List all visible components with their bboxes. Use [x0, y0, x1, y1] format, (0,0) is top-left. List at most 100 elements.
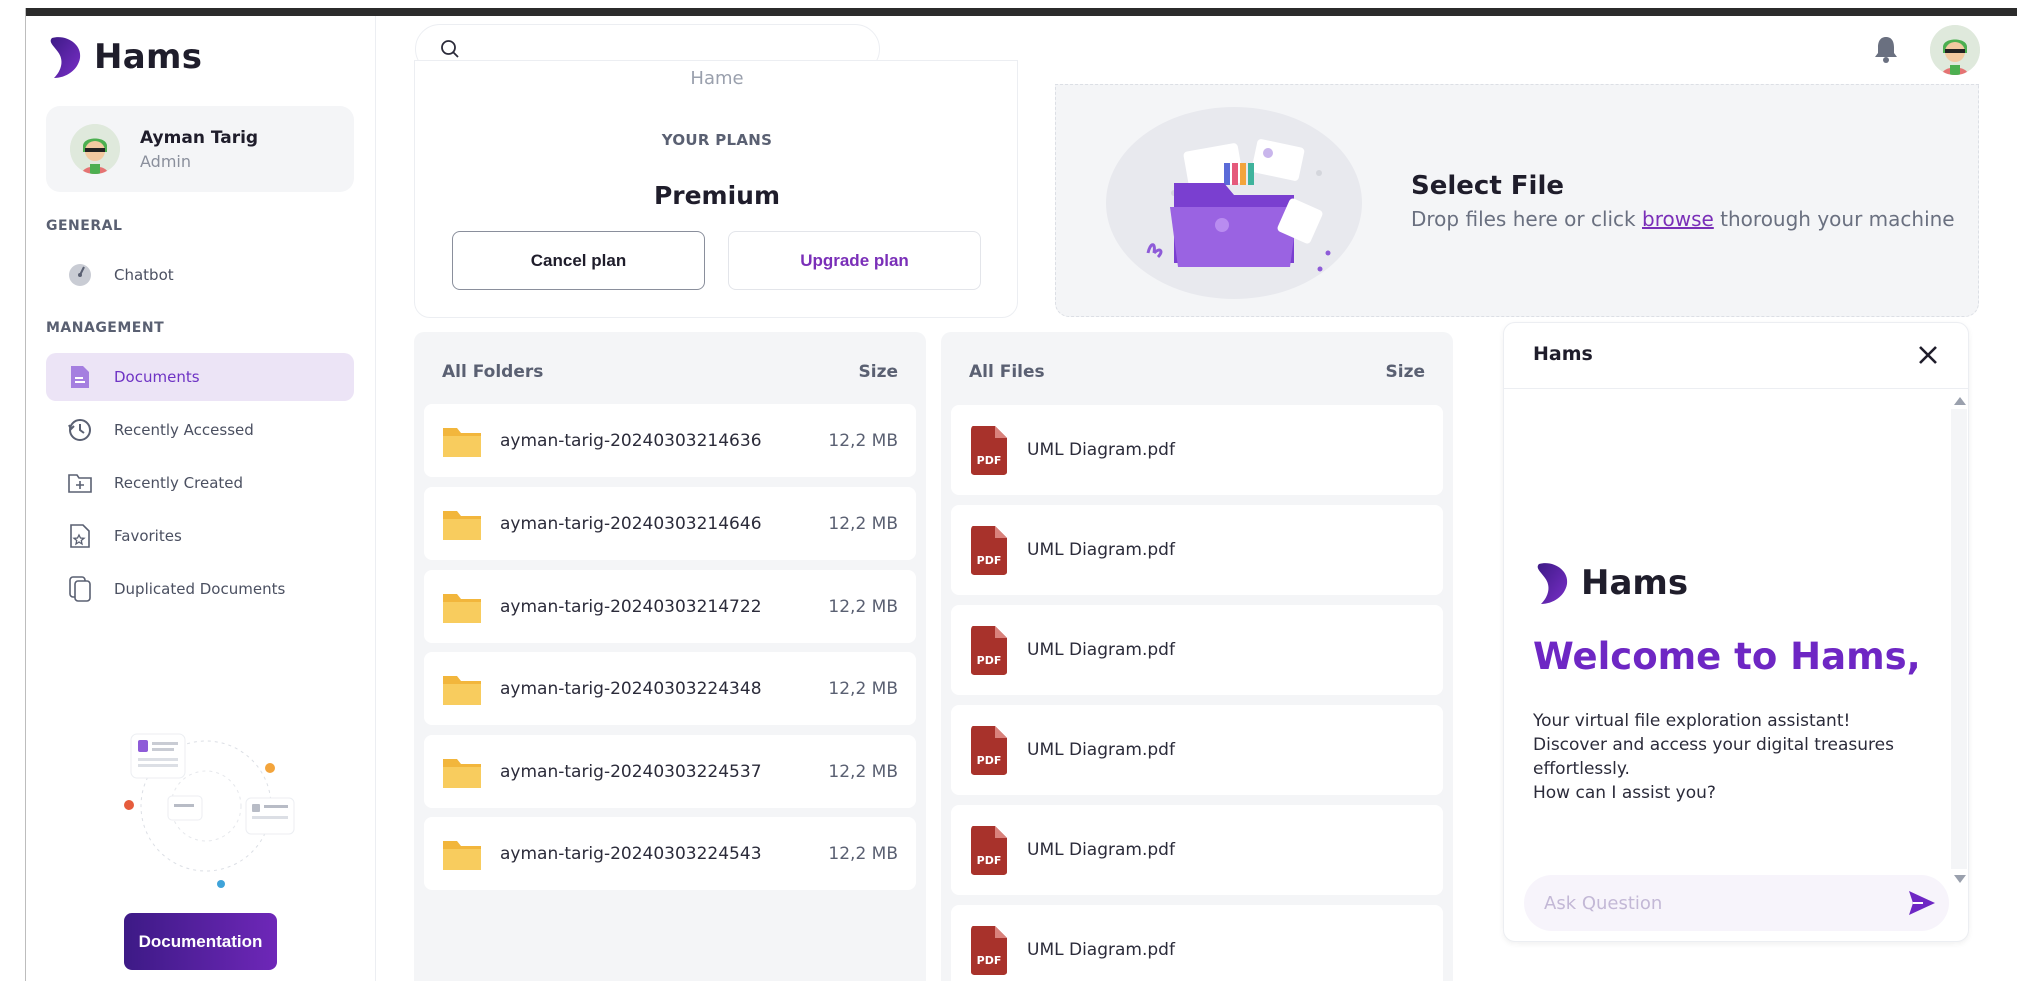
file-name: UML Diagram.pdf [1027, 740, 1175, 760]
folder-row[interactable]: ayman-tarig-20240303224348 12,2 MB [424, 652, 916, 725]
folder-icon [443, 427, 481, 457]
chat-header: Hams [1504, 323, 1968, 389]
folder-name: ayman-tarig-20240303214722 [500, 596, 762, 617]
chat-title: Hams [1533, 343, 1593, 365]
folders-header: All Folders Size [414, 362, 926, 382]
files-header-name: All Files [969, 362, 1045, 382]
pdf-file-icon: PDF [971, 626, 1007, 675]
logo-mark-icon [1537, 563, 1568, 604]
upgrade-plan-button[interactable]: Upgrade plan [728, 231, 981, 290]
file-row[interactable]: PDF UML Diagram.pdf [951, 505, 1443, 595]
folder-icon [443, 593, 481, 623]
app-name: Hams [94, 37, 203, 77]
search-input[interactable] [472, 39, 852, 59]
sidebar-item-label: Documents [114, 368, 200, 386]
chat-welcome-message: Your virtual file exploration assistant!… [1533, 711, 1894, 803]
plans-cut-text: Hame [690, 68, 744, 89]
file-row[interactable]: PDF UML Diagram.pdf [951, 605, 1443, 695]
sidebar-item-documents[interactable]: Documents [46, 353, 354, 401]
user-name: Ayman Tarig [140, 127, 259, 148]
svg-text:PDF: PDF [977, 654, 1002, 667]
sidebar-item-duplicated-documents[interactable]: Duplicated Documents [46, 565, 354, 613]
chat-widget: Hams Hams Welcome to Hams, Your virtual … [1503, 322, 1969, 942]
folder-icon [443, 510, 481, 540]
folder-name: ayman-tarig-20240303224348 [500, 678, 762, 699]
svg-text:PDF: PDF [977, 554, 1002, 567]
document-icon [66, 363, 94, 391]
header-avatar[interactable] [1930, 25, 1980, 75]
favorite-file-icon [66, 522, 94, 550]
folders-header-name: All Folders [442, 362, 544, 382]
cancel-plan-button[interactable]: Cancel plan [452, 231, 705, 290]
file-name: UML Diagram.pdf [1027, 540, 1175, 560]
sidebar-item-recently-accessed[interactable]: Recently Accessed [46, 406, 354, 454]
chat-input-box[interactable] [1524, 875, 1949, 931]
gauge-icon [66, 261, 94, 289]
folder-icon [443, 840, 481, 870]
folder-row[interactable]: ayman-tarig-20240303224537 12,2 MB [424, 735, 916, 808]
sidebar-item-label: Duplicated Documents [114, 580, 286, 598]
folder-row[interactable]: ayman-tarig-20240303214636 12,2 MB [424, 404, 916, 477]
user-profile-card[interactable]: Ayman Tarig Admin [46, 106, 354, 192]
sidebar-item-label: Recently Created [114, 474, 244, 492]
folder-size: 12,2 MB [828, 761, 898, 782]
scroll-up-icon[interactable] [1954, 397, 1966, 405]
current-plan-name: Premium [653, 181, 781, 210]
close-icon[interactable] [1916, 343, 1940, 367]
chat-scrollbar[interactable] [1951, 409, 1967, 869]
documentation-button[interactable]: Documentation [124, 913, 277, 970]
pdf-file-icon: PDF [971, 926, 1007, 975]
notification-bell-icon[interactable] [1872, 34, 1900, 64]
file-row[interactable]: PDF UML Diagram.pdf [951, 905, 1443, 995]
user-role: Admin [140, 151, 191, 171]
file-row[interactable]: PDF UML Diagram.pdf [951, 705, 1443, 795]
file-name: UML Diagram.pdf [1027, 440, 1175, 460]
sidebar-item-favorites[interactable]: Favorites [46, 512, 354, 560]
search-icon [441, 40, 459, 58]
sidebar-item-recently-created[interactable]: Recently Created [46, 459, 354, 507]
file-name: UML Diagram.pdf [1027, 840, 1175, 860]
ask-question-input[interactable] [1544, 892, 1884, 914]
copy-icon [66, 575, 94, 603]
sidebar-illustration [124, 733, 295, 888]
plans-card: Hame YOUR PLANS Premium Cancel plan Upgr… [414, 60, 1018, 318]
folders-panel: All Folders Size ayman-tarig-20240303214… [414, 332, 926, 981]
sidebar-item-label: Favorites [114, 527, 182, 545]
folder-name: ayman-tarig-20240303214636 [500, 430, 762, 451]
sidebar-item-chatbot[interactable]: Chatbot [46, 251, 354, 299]
section-management-title: MANAGEMENT [46, 320, 165, 336]
folder-row[interactable]: ayman-tarig-20240303224543 12,2 MB [424, 817, 916, 890]
folder-name: ayman-tarig-20240303224543 [500, 843, 762, 864]
browse-link[interactable]: browse [1642, 207, 1714, 231]
file-upload-dropzone[interactable]: Select File Drop files here or click bro… [1055, 84, 1979, 317]
folder-icon [443, 758, 481, 788]
file-name: UML Diagram.pdf [1027, 640, 1175, 660]
svg-text:PDF: PDF [977, 954, 1002, 967]
file-name: UML Diagram.pdf [1027, 940, 1175, 960]
app-logo[interactable]: Hams [46, 34, 202, 80]
scroll-down-icon[interactable] [1954, 875, 1966, 883]
history-icon [66, 416, 94, 444]
svg-text:PDF: PDF [977, 854, 1002, 867]
upload-illustration [1106, 107, 1362, 299]
section-general-title: GENERAL [46, 218, 123, 234]
file-row[interactable]: PDF UML Diagram.pdf [951, 805, 1443, 895]
folder-row[interactable]: ayman-tarig-20240303214722 12,2 MB [424, 570, 916, 643]
send-icon[interactable] [1907, 889, 1937, 917]
file-row[interactable]: PDF UML Diagram.pdf [951, 405, 1443, 495]
folder-name: ayman-tarig-20240303224537 [500, 761, 762, 782]
files-header-size: Size [1385, 362, 1426, 382]
avatar [70, 124, 120, 174]
window-top-bar [26, 8, 2017, 16]
folder-plus-icon [66, 469, 94, 497]
sidebar: Hams Ayman Tarig Admin GENERAL Chatbot M… [26, 16, 376, 981]
upload-title: Select File [1411, 171, 1565, 201]
pdf-file-icon: PDF [971, 426, 1007, 475]
folder-size: 12,2 MB [828, 678, 898, 699]
files-panel: All Files Size PDF UML Diagram.pdf PDF U… [941, 332, 1453, 995]
logo-mark-icon [50, 37, 81, 78]
folder-row[interactable]: ayman-tarig-20240303214646 12,2 MB [424, 487, 916, 560]
upload-instructions: Drop files here or click browse thorough… [1411, 207, 1955, 231]
svg-text:PDF: PDF [977, 754, 1002, 767]
files-header: All Files Size [941, 362, 1453, 382]
